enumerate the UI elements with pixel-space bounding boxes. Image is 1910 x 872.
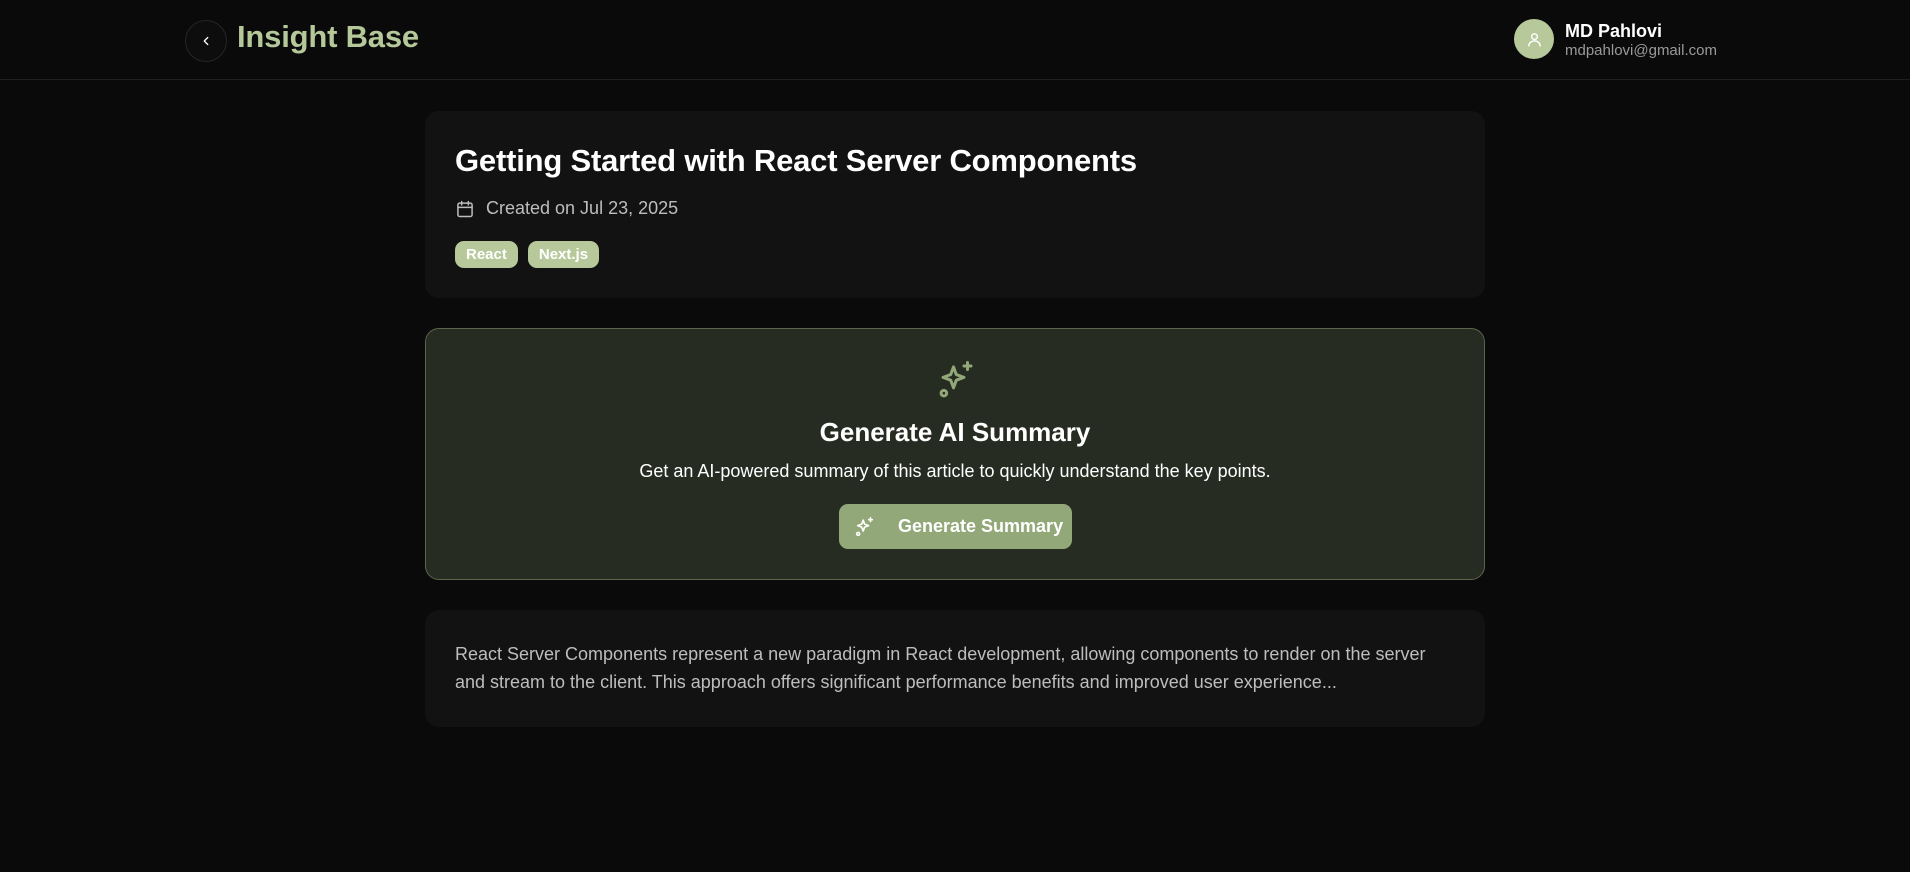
tag-nextjs[interactable]: Next.js xyxy=(527,241,600,268)
user-icon xyxy=(1527,32,1541,47)
article-excerpt: React Server Components represent a new … xyxy=(455,644,1426,692)
created-date: Created on Jul 23, 2025 xyxy=(486,198,679,218)
ai-summary-description: Get an AI-powered summary of this articl… xyxy=(639,461,1271,481)
user-name: MD Pahlovi xyxy=(1565,20,1663,41)
sparkles-small-icon xyxy=(854,516,876,538)
article-meta: Created on Jul 23, 2025 xyxy=(455,198,678,219)
chevron-left-icon xyxy=(203,36,209,46)
user-email: mdpahlovi@gmail.com xyxy=(1565,41,1717,59)
back-button[interactable] xyxy=(185,20,227,62)
generate-summary-button[interactable]: Generate Summary xyxy=(839,504,1072,549)
user-info: MD Pahlovi mdpahlovi@gmail.com xyxy=(1565,21,1717,58)
ai-summary-title: Generate AI Summary xyxy=(819,417,1091,447)
tag-react[interactable]: React xyxy=(455,241,518,268)
user-profile[interactable]: MD Pahlovi mdpahlovi@gmail.com xyxy=(1514,19,1717,59)
top-header: Insight Base MD Pahlovi mdpahlovi@gmail.… xyxy=(0,0,1910,80)
article-header-card: Getting Started with React Server Compon… xyxy=(425,111,1485,298)
brand-title[interactable]: Insight Base xyxy=(237,19,419,55)
ai-summary-card: Generate AI Summary Get an AI-powered su… xyxy=(425,328,1485,580)
tag-list: React Next.js xyxy=(455,241,600,268)
sparkles-icon xyxy=(936,359,978,406)
article-title: Getting Started with React Server Compon… xyxy=(455,143,1137,178)
avatar[interactable] xyxy=(1514,19,1554,59)
calendar-icon xyxy=(455,199,475,219)
article-content-card: React Server Components represent a new … xyxy=(425,610,1485,727)
generate-summary-label: Generate Summary xyxy=(898,516,1064,536)
